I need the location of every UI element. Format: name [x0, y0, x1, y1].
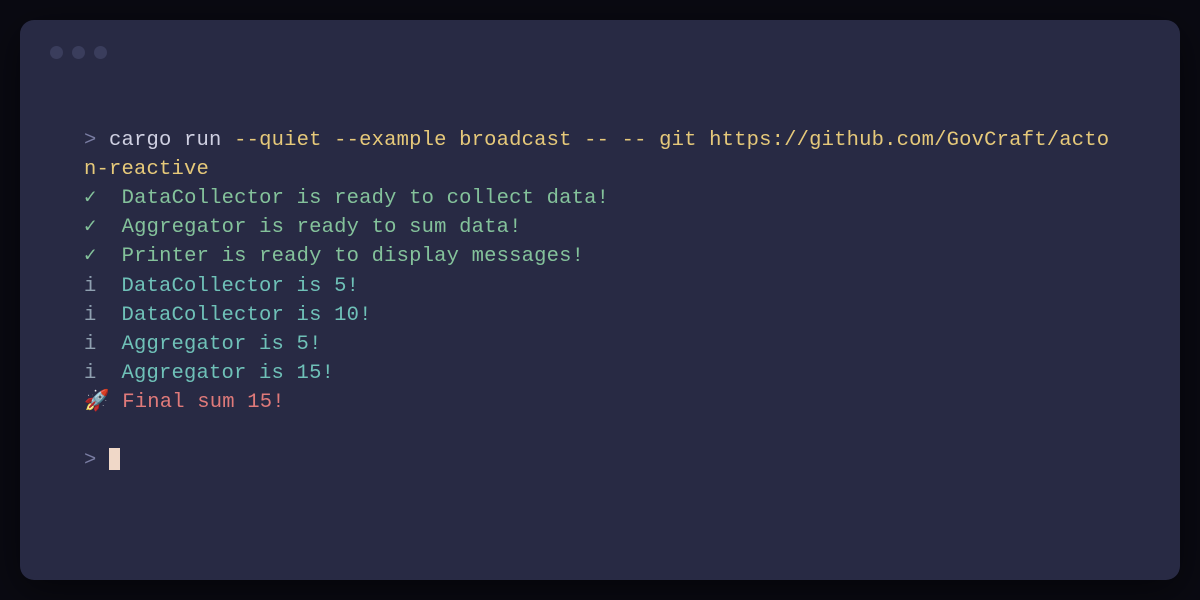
close-icon[interactable] — [50, 46, 63, 59]
output-text: Final sum 15! — [122, 391, 285, 414]
maximize-icon[interactable] — [94, 46, 107, 59]
rocket-icon: 🚀 — [84, 391, 110, 414]
prompt-line: > — [84, 446, 1116, 475]
info-icon: i — [84, 362, 97, 385]
output-text: DataCollector is ready to collect data! — [109, 187, 609, 210]
output-line: ✓ Printer is ready to display messages! — [84, 242, 1116, 271]
minimize-icon[interactable] — [72, 46, 85, 59]
output-text: DataCollector is 10! — [109, 304, 372, 327]
info-icon: i — [84, 275, 97, 298]
output-text: DataCollector is 5! — [109, 275, 359, 298]
check-icon: ✓ — [84, 216, 97, 239]
terminal-body[interactable]: > cargo run --quiet --example broadcast … — [20, 66, 1180, 475]
info-icon: i — [84, 304, 97, 327]
check-icon: ✓ — [84, 187, 97, 210]
output-text: Aggregator is 15! — [109, 362, 334, 385]
command-args: --quiet --example broadcast -- -- git ht… — [84, 129, 1109, 181]
prompt-symbol: > — [84, 449, 97, 472]
output-line: i Aggregator is 5! — [84, 330, 1116, 359]
window-titlebar — [20, 38, 1180, 66]
output-text: Aggregator is ready to sum data! — [109, 216, 522, 239]
output-line: ✓ DataCollector is ready to collect data… — [84, 184, 1116, 213]
cursor-block — [109, 448, 120, 470]
output-line: i DataCollector is 10! — [84, 301, 1116, 330]
prompt-symbol: > — [84, 129, 97, 152]
output-line: i Aggregator is 15! — [84, 359, 1116, 388]
check-icon: ✓ — [84, 245, 97, 268]
output-container: ✓ DataCollector is ready to collect data… — [84, 184, 1116, 417]
blank-line — [84, 417, 1116, 446]
output-line: ✓ Aggregator is ready to sum data! — [84, 213, 1116, 242]
output-line: i DataCollector is 5! — [84, 272, 1116, 301]
command-base: cargo run — [109, 129, 234, 152]
info-icon: i — [84, 333, 97, 356]
terminal-window: > cargo run --quiet --example broadcast … — [20, 20, 1180, 580]
output-text: Aggregator is 5! — [109, 333, 322, 356]
output-text: Printer is ready to display messages! — [109, 245, 584, 268]
command-line: > cargo run --quiet --example broadcast … — [84, 126, 1116, 184]
output-line: 🚀 Final sum 15! — [84, 388, 1116, 417]
